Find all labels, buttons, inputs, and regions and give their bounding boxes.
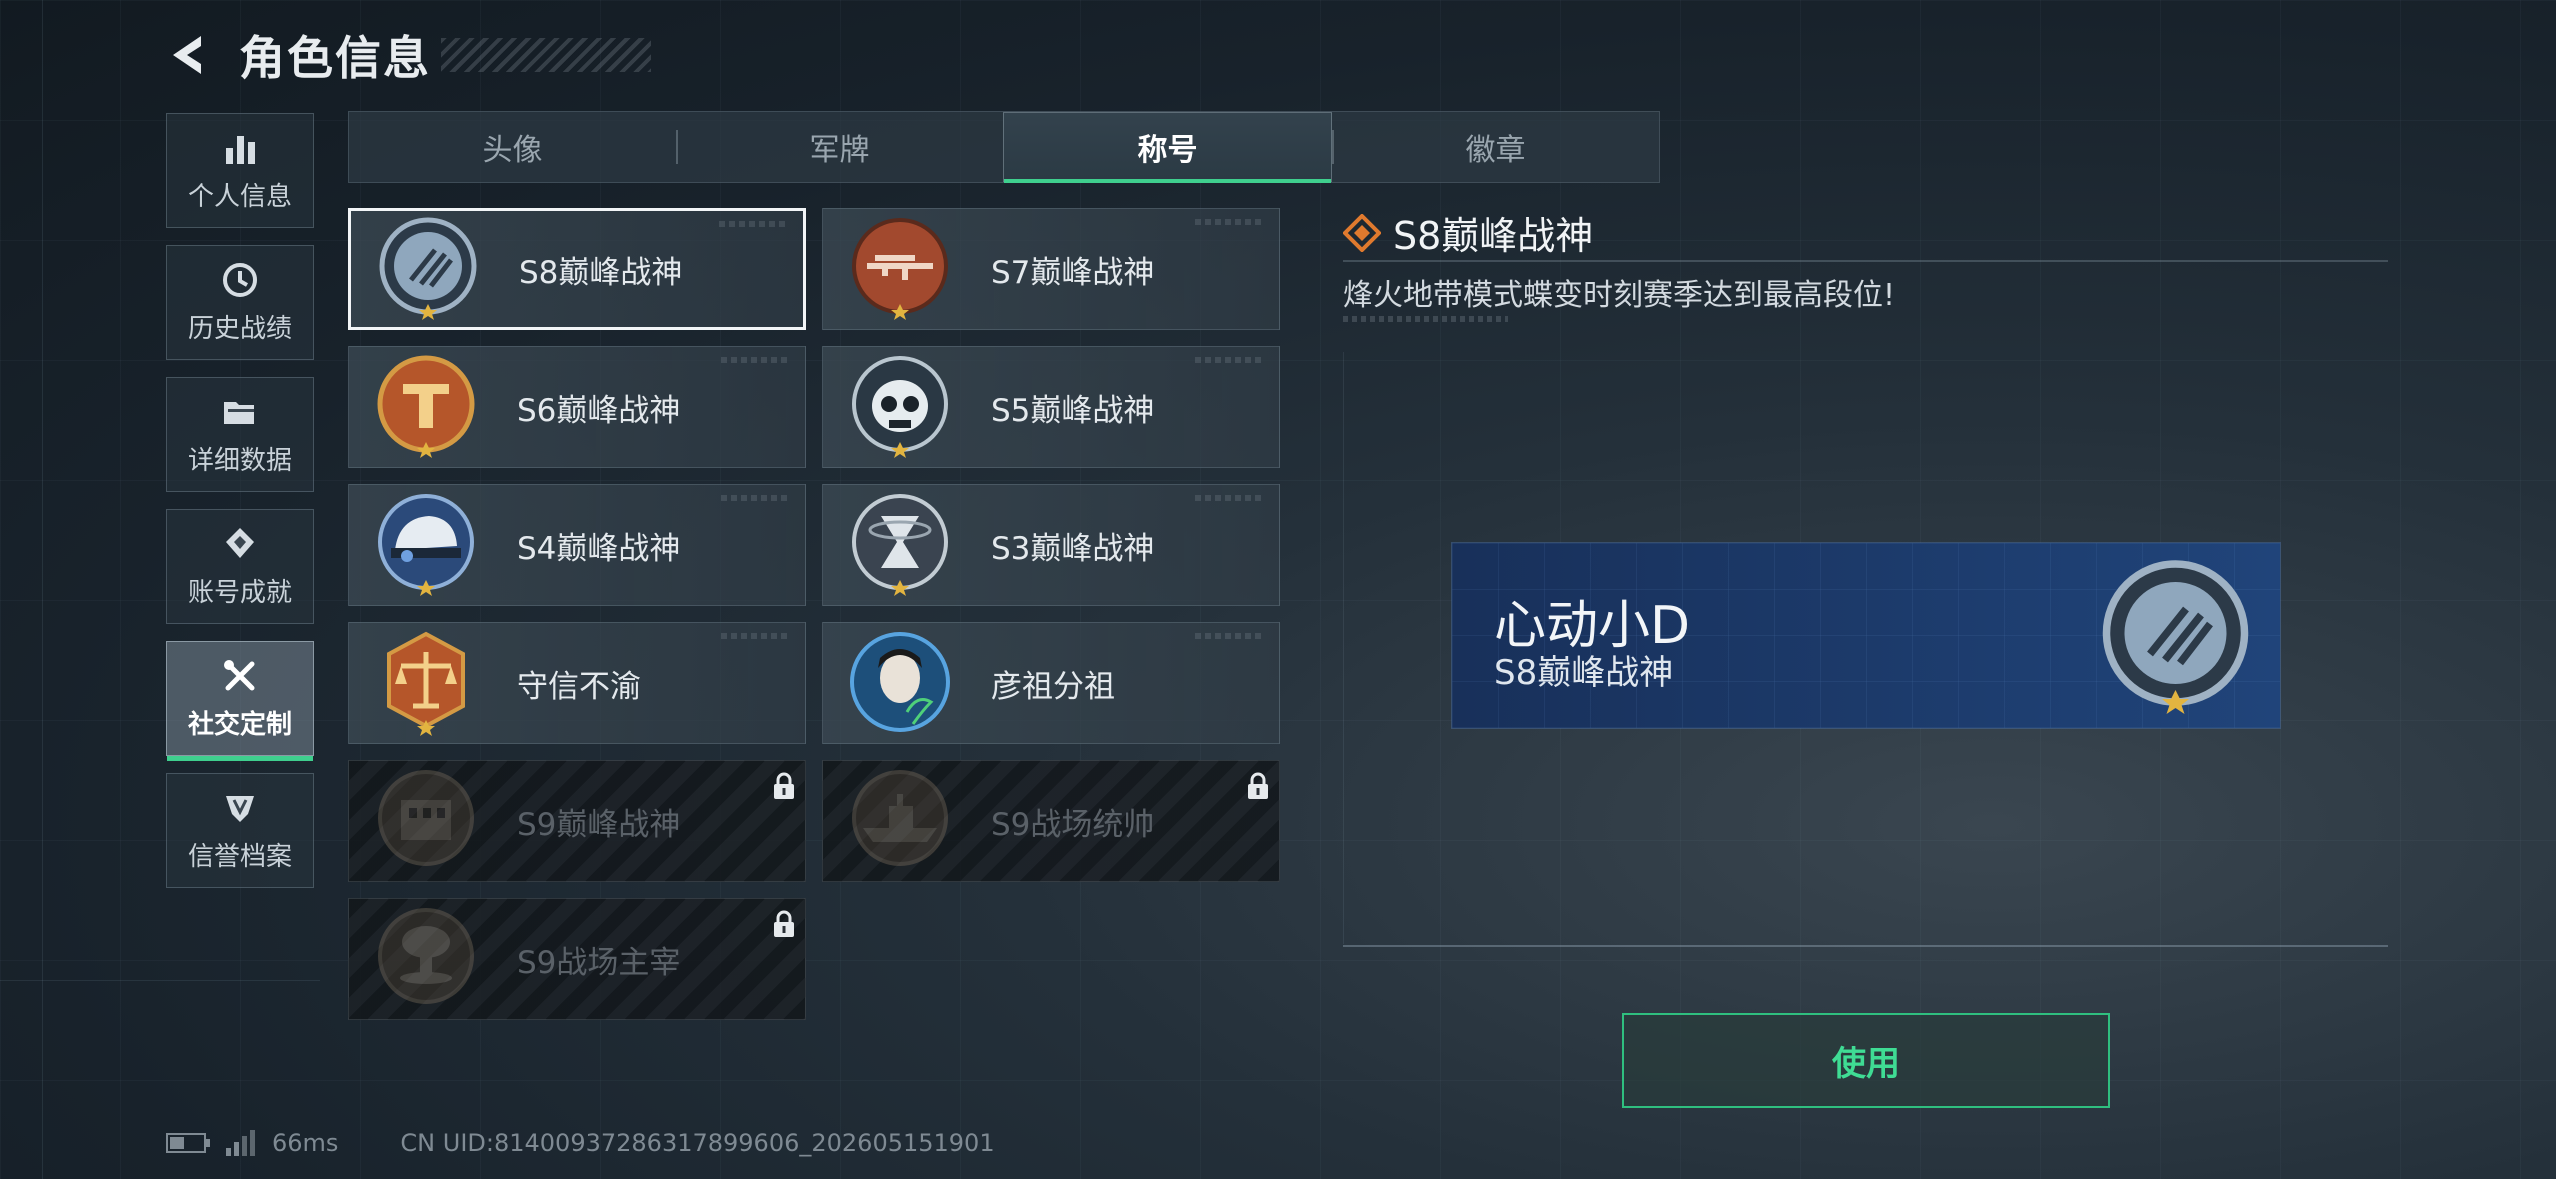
nav-label: 详细数据 [187,446,292,476]
s9-explosion-emblem-icon [378,908,474,1004]
title-card-label: S4巅峰战神 [517,530,681,567]
side-nav: 个人信息 历史战绩 详细数据 账号成就 社交定制 信誉档案 [166,113,316,905]
bg-line [0,980,320,981]
card-decoration [721,357,791,363]
bar-chart-icon [226,136,255,164]
card-decoration [1195,219,1265,225]
title-preview-card: 心动小D S8巅峰战神 [1452,543,2280,728]
tab-badge[interactable]: 徽章 [1332,112,1659,182]
s7-rifle-emblem-icon [852,218,948,320]
title-card-label: S6巅峰战神 [517,392,681,429]
title-card-label: 彦祖分祖 [991,668,1115,705]
title-card[interactable]: S5巅峰战神 [822,346,1280,468]
nav-item-social-custom[interactable]: 社交定制 [166,641,314,761]
title-card-label: S5巅峰战神 [991,392,1155,429]
title-card[interactable]: S8巅峰战神 [348,208,806,330]
clock-icon [223,263,257,297]
nav-item-detailed-data[interactable]: 详细数据 [166,377,314,492]
uid-text: CN UID:8140093728631789960​6_20260515190… [400,1129,995,1157]
scales-emblem-icon [387,631,465,736]
title-card-label: S8巅峰战神 [519,254,683,291]
credit-shield-icon [226,796,254,822]
nav-label: 账号成就 [187,578,292,608]
lock-icon [774,772,794,799]
status-bar: 66ms CN UID:8140093728631789960​6_202605… [166,1128,995,1158]
back-arrow-icon[interactable] [165,32,211,78]
detail-description: 烽火地带模式蝶变时刻赛季达到最高段位! [1343,278,1896,313]
title-card[interactable]: S6巅峰战神 [348,346,806,468]
bg-line [42,0,43,1179]
title-card-locked[interactable]: S9战场统帅 [822,760,1280,882]
nav-item-credit-profile[interactable]: 信誉档案 [166,773,314,888]
preview-title: S8巅峰战神 [1494,653,1674,693]
title-card[interactable]: 守信不渝 [348,622,806,744]
s5-skull-emblem-icon [852,356,948,458]
nav-item-achievements[interactable]: 账号成就 [166,509,314,624]
s9-warship-emblem-icon [852,770,948,866]
card-decoration [1195,633,1265,639]
title-card-label: S9巅峰战神 [517,806,681,843]
divider [1343,945,2388,947]
signal-icon [226,1130,255,1156]
achievement-icon [226,528,254,558]
nav-item-personal-info[interactable]: 个人信息 [166,113,314,228]
lock-icon [1248,772,1268,799]
folder-icon [224,402,254,424]
title-card-locked[interactable]: S9战场主宰 [348,898,806,1020]
page-header: 角色信息 [165,20,651,90]
title-card[interactable]: S3巅峰战神 [822,484,1280,606]
title-card-label: S7巅峰战神 [991,254,1155,291]
battery-icon [166,1133,210,1153]
latency-text: 66ms [272,1129,339,1157]
detail-header: S8巅峰战神 [1343,205,1593,260]
card-decoration [721,633,791,639]
diamond-icon [1343,213,1381,252]
detail-title: S8巅峰战神 [1393,214,1594,258]
title-card-label: S9战场统帅 [991,806,1155,843]
divider [1343,260,2388,262]
tab-avatar[interactable]: 头像 [349,112,676,182]
nav-label: 信誉档案 [187,842,292,872]
title-card[interactable]: S7巅峰战神 [822,208,1280,330]
tab-dog-tag[interactable]: 军牌 [676,112,1003,182]
card-decoration [719,221,789,227]
title-card-label: 守信不渝 [517,668,641,705]
title-card[interactable]: 彦祖分祖 [822,622,1280,744]
portrait-emblem-icon [850,632,950,732]
category-tabs: 头像 军牌 称号 徽章 [348,111,1660,183]
card-decoration [1195,357,1265,363]
nav-label: 历史战绩 [187,314,292,344]
s9-building-emblem-icon [378,770,474,866]
use-button[interactable]: 使用 [1622,1013,2110,1108]
card-decoration [721,495,791,501]
s3-hourglass-emblem-icon [852,494,948,596]
s8-emblem-icon [2102,560,2249,714]
title-grid: S8巅峰战神 S7巅峰战神 S6巅峰战神 S5巅峰战神 S4巅峰战神 S3巅峰战… [348,208,1280,1020]
lock-icon [774,910,794,937]
s6-emblem-icon [377,355,475,458]
s4-helmet-emblem-icon [378,494,474,596]
s8-emblem-icon [379,217,477,320]
card-decoration [1195,495,1265,501]
nav-label: 个人信息 [187,182,292,212]
title-card-label: S9战场主宰 [517,944,681,981]
tab-title[interactable]: 称号 [1003,112,1332,183]
nav-item-history[interactable]: 历史战绩 [166,245,314,360]
title-decoration [441,38,651,72]
title-card-label: S3巅峰战神 [991,530,1155,567]
tools-icon [224,660,255,691]
page-title: 角色信息 [239,31,431,85]
nav-label: 社交定制 [187,710,292,740]
description-decoration [1343,316,1508,322]
title-card-locked[interactable]: S9巅峰战神 [348,760,806,882]
title-card[interactable]: S4巅峰战神 [348,484,806,606]
